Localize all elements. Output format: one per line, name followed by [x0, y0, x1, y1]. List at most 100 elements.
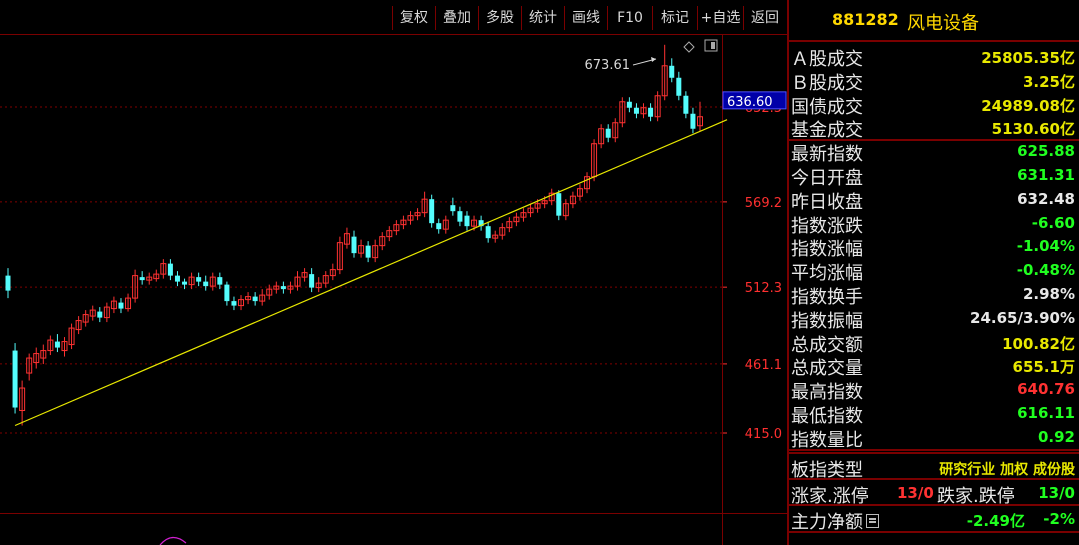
candle-body-down[interactable] — [54, 341, 60, 348]
stat-value: 655.1万 — [1012, 358, 1075, 377]
candle-body-down[interactable] — [626, 101, 632, 108]
stat-row: 总成交量 655.1万 — [789, 353, 1079, 379]
stat-row: 指数振幅 24.65/3.90% — [789, 306, 1079, 332]
candle-body-down[interactable] — [182, 281, 188, 285]
toolbar-button-2[interactable]: 多股 — [478, 6, 521, 30]
divider — [789, 478, 1079, 480]
trendline[interactable] — [14, 119, 728, 427]
diamond-icon[interactable] — [683, 41, 695, 53]
divider — [789, 531, 1079, 533]
panel-title: 881282 风电设备 — [789, 0, 1079, 42]
index-type-row: 板指类型 研究行业 加权 成份股 — [789, 455, 1079, 481]
candle-body-down[interactable] — [485, 226, 491, 239]
down-count-value: 13/0 — [1038, 484, 1075, 502]
stat-value: 3.25亿 — [1022, 72, 1075, 91]
toolbar-button-4[interactable]: 画线 — [564, 6, 607, 30]
stat-row: 指数涨幅 -1.04% — [789, 234, 1079, 260]
candle-body-down[interactable] — [450, 205, 456, 212]
candle-body-down[interactable] — [203, 281, 209, 287]
candle-body-down[interactable] — [5, 275, 11, 291]
kline-chart-canvas[interactable]: 632.5569.2512.3461.1415.0673.61636.60 — [0, 35, 787, 545]
toolbar-button-6[interactable]: 标记 — [652, 6, 697, 30]
stat-value: 100.82亿 — [1002, 334, 1075, 353]
index-info-panel: 881282 风电设备 Ａ股成交 25805.35亿 Ｂ股成交 3.25亿 国债成交 24… — [789, 0, 1079, 545]
stat-row: Ａ股成交 25805.35亿 — [789, 44, 1079, 70]
candle-body-down[interactable] — [464, 215, 470, 227]
up-count-value: 13/0 — [897, 484, 934, 502]
stat-row: 昨日收盘 632.48 — [789, 187, 1079, 213]
candle-body-down[interactable] — [633, 107, 639, 114]
candle-body-down[interactable] — [457, 211, 463, 222]
candle-body-down[interactable] — [605, 128, 611, 138]
toolbar-button-7[interactable]: +自选 — [697, 6, 743, 30]
candle-body-down[interactable] — [309, 274, 315, 288]
candle-body-down[interactable] — [669, 65, 675, 78]
stat-row: 今日开盘 631.31 — [789, 163, 1079, 189]
stat-row: 指数量比 0.92 — [789, 425, 1079, 451]
price-tick-label: 569.2 — [745, 196, 782, 211]
candle-body-down[interactable] — [217, 277, 223, 285]
candle-body-down[interactable] — [690, 113, 696, 129]
index-type-value[interactable]: 研究行业 加权 成份股 — [939, 459, 1075, 479]
toolbar-button-1[interactable]: 叠加 — [435, 6, 478, 30]
toolbar-button-3[interactable]: 统计 — [521, 6, 564, 30]
divider — [789, 448, 1079, 451]
candle-body-down[interactable] — [12, 350, 18, 408]
candle-body-down[interactable] — [118, 302, 124, 309]
stat-value: -6.60 — [1031, 213, 1075, 232]
candle-body-down[interactable] — [683, 95, 689, 114]
candle-body-down[interactable] — [436, 223, 442, 230]
stat-value: 0.92 — [1037, 427, 1075, 446]
high-annotation-arrowhead — [651, 57, 656, 62]
stat-row: 最新指数 625.88 — [789, 139, 1079, 165]
stat-row: 指数涨跌 -6.60 — [789, 211, 1079, 237]
net-flow-value: -2.49亿 — [966, 512, 1025, 530]
stat-row: 总成交额 100.82亿 — [789, 330, 1079, 356]
candle-body-down[interactable] — [174, 275, 180, 282]
updown-row: 涨家.涨停 13/0 跌家.跌停 13/0 — [789, 481, 1079, 507]
candle-body-down[interactable] — [365, 245, 371, 258]
toolbar-button-5[interactable]: F10 — [607, 6, 652, 30]
candle-body-down[interactable] — [556, 193, 562, 216]
price-tick-label: 512.3 — [745, 281, 782, 296]
candle-body-down[interactable] — [676, 77, 682, 96]
stat-value: 616.11 — [1017, 404, 1075, 422]
chart-toolbar: 复权 叠加 多股 统计 画线 F10 标记 +自选 返回 — [0, 0, 787, 35]
index-code: 881282 — [832, 10, 899, 29]
candle-body-down[interactable] — [139, 277, 145, 281]
stat-value: 631.31 — [1017, 166, 1075, 184]
stat-value: 640.76 — [1017, 380, 1075, 399]
candle-body-down[interactable] — [351, 236, 357, 254]
window-icon-fill — [711, 42, 715, 49]
candle-body-down[interactable] — [429, 199, 435, 224]
stat-row: 指数换手 2.98% — [789, 282, 1079, 308]
net-flow-pct: -2% — [1043, 510, 1075, 528]
candle-body-down[interactable] — [167, 263, 173, 276]
stat-row: 最低指数 616.11 — [789, 401, 1079, 427]
stat-row: Ｂ股成交 3.25亿 — [789, 68, 1079, 94]
stat-row: 国债成交 24989.08亿 — [789, 92, 1079, 118]
candle-body-down[interactable] — [252, 296, 258, 302]
stat-value: 625.88 — [1017, 142, 1075, 161]
calculator-icon[interactable] — [866, 514, 879, 528]
kline-chart[interactable]: 632.5569.2512.3461.1415.0673.61636.60 — [0, 35, 787, 545]
candle-body-down[interactable] — [196, 277, 202, 282]
candle-body-down[interactable] — [231, 301, 237, 306]
candle-body-down[interactable] — [648, 107, 654, 117]
stat-value: 632.48 — [1017, 189, 1075, 208]
divider — [789, 452, 1079, 454]
candle-body-down[interactable] — [97, 311, 103, 318]
stat-value: -0.48% — [1016, 261, 1075, 280]
indicator-curve — [159, 536, 187, 545]
stat-value: 2.98% — [1022, 285, 1075, 303]
candle-body-down[interactable] — [224, 284, 230, 302]
toolbar-button-8[interactable]: 返回 — [743, 6, 786, 30]
index-name: 风电设备 — [907, 13, 979, 34]
divider — [789, 504, 1079, 506]
stat-row: 平均涨幅 -0.48% — [789, 258, 1079, 284]
toolbar-button-0[interactable]: 复权 — [392, 6, 435, 30]
high-price-annotation: 673.61 — [585, 58, 631, 73]
candle-body-down[interactable] — [280, 286, 286, 290]
stat-value: 25805.35亿 — [981, 49, 1075, 67]
stat-row: 最高指数 640.76 — [789, 377, 1079, 403]
